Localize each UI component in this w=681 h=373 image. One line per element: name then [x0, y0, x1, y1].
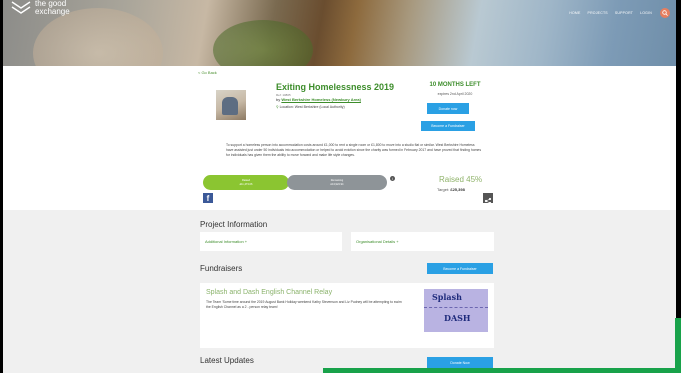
- fundraiser-image-text-top: Splash: [432, 292, 462, 302]
- location-pin-icon: ⚲: [276, 105, 279, 109]
- project-description: To support a homeless person into accomm…: [226, 143, 482, 157]
- additional-information-label: Additional Information +: [205, 239, 248, 244]
- search-icon: [662, 10, 668, 16]
- logo-icon: [11, 1, 31, 14]
- project-by: by West Berkshire Homeless (Newbury Area…: [276, 97, 361, 102]
- nav-home[interactable]: HOME: [569, 11, 580, 15]
- latest-updates-heading: Latest Updates: [200, 356, 254, 365]
- hero-image-foliage: [213, 20, 313, 66]
- expiry-date: expires 2nd April 2020: [437, 92, 473, 96]
- green-decoration-right: [675, 318, 681, 373]
- become-fundraiser-button[interactable]: Become a Fundraiser: [421, 121, 475, 131]
- fundraiser-title[interactable]: Splash and Dash English Channel Relay: [206, 289, 332, 296]
- project-thumbnail: [216, 90, 246, 120]
- hero-banner: the good exchange HOME PROJECTS SUPPORT …: [3, 0, 676, 66]
- nav-login[interactable]: LOGIN: [640, 11, 652, 15]
- target-value: £25,398: [450, 187, 465, 192]
- organisation-link[interactable]: West Berkshire Homeless (Newbury Area): [281, 97, 361, 102]
- fundraiser-image-text-bottom: DASH: [444, 313, 471, 323]
- nav-projects[interactable]: PROJECTS: [588, 11, 608, 15]
- project-title: Exiting Homelessness 2019: [276, 82, 395, 92]
- months-left: 10 MONTHS LEFT: [429, 82, 481, 88]
- fundraiser-card[interactable]: Splash and Dash English Channel Relay Th…: [200, 283, 494, 348]
- site-logo[interactable]: the good exchange: [11, 0, 70, 16]
- fundraiser-image[interactable]: Splash DASH: [424, 289, 488, 332]
- fundraiser-text: The Team 'Some time around the 2019 Augu…: [206, 300, 402, 309]
- project-location: ⚲ Location: West Berkshire (Local Author…: [276, 105, 345, 109]
- target-amount: Target: £25,398: [437, 187, 465, 192]
- project-card: < Go Back Exiting Homelessness 2019 Ref:…: [3, 66, 676, 210]
- hero-image-figure: [33, 8, 163, 66]
- target-label: Target:: [437, 187, 450, 192]
- donate-button[interactable]: Donate now: [427, 103, 469, 114]
- nav-support[interactable]: SUPPORT: [615, 11, 633, 15]
- facebook-share-button[interactable]: f: [203, 193, 213, 203]
- browser-viewport: the good exchange HOME PROJECTS SUPPORT …: [3, 0, 676, 373]
- location-text: Location: West Berkshire (Local Authorit…: [279, 105, 345, 109]
- raised-progress-segment: Raised £11,473.06: [203, 175, 289, 190]
- facebook-icon: f: [206, 194, 210, 203]
- project-information-heading: Project Information: [200, 220, 268, 229]
- logo-text-line2: exchange: [35, 7, 70, 16]
- go-back-link[interactable]: < Go Back: [198, 70, 217, 75]
- info-icon[interactable]: i: [390, 176, 395, 181]
- organisational-details-label: Organisational Details +: [356, 239, 399, 244]
- top-nav: HOME PROJECTS SUPPORT LOGIN: [569, 11, 652, 15]
- share-button[interactable]: [483, 193, 493, 205]
- donate-now-button[interactable]: Donate Now: [427, 357, 493, 368]
- green-decoration-bottom: [323, 368, 676, 373]
- additional-information-toggle[interactable]: Additional Information +: [200, 232, 342, 251]
- search-button[interactable]: [660, 8, 670, 18]
- raised-amount: £11,473.06: [239, 182, 253, 186]
- become-fundraiser-button-secondary[interactable]: Become a Fundraiser: [427, 263, 493, 274]
- fundraisers-heading: Fundraisers: [200, 264, 243, 273]
- remaining-progress-segment: Remaining £13,924.94: [287, 175, 387, 190]
- raised-percent: Raised 45%: [439, 175, 483, 184]
- thumbnail-figure: [222, 97, 238, 115]
- by-prefix: by: [276, 97, 281, 102]
- organisational-details-toggle[interactable]: Organisational Details +: [351, 232, 494, 251]
- share-icon: [484, 197, 492, 205]
- remaining-amount: £13,924.94: [330, 182, 344, 186]
